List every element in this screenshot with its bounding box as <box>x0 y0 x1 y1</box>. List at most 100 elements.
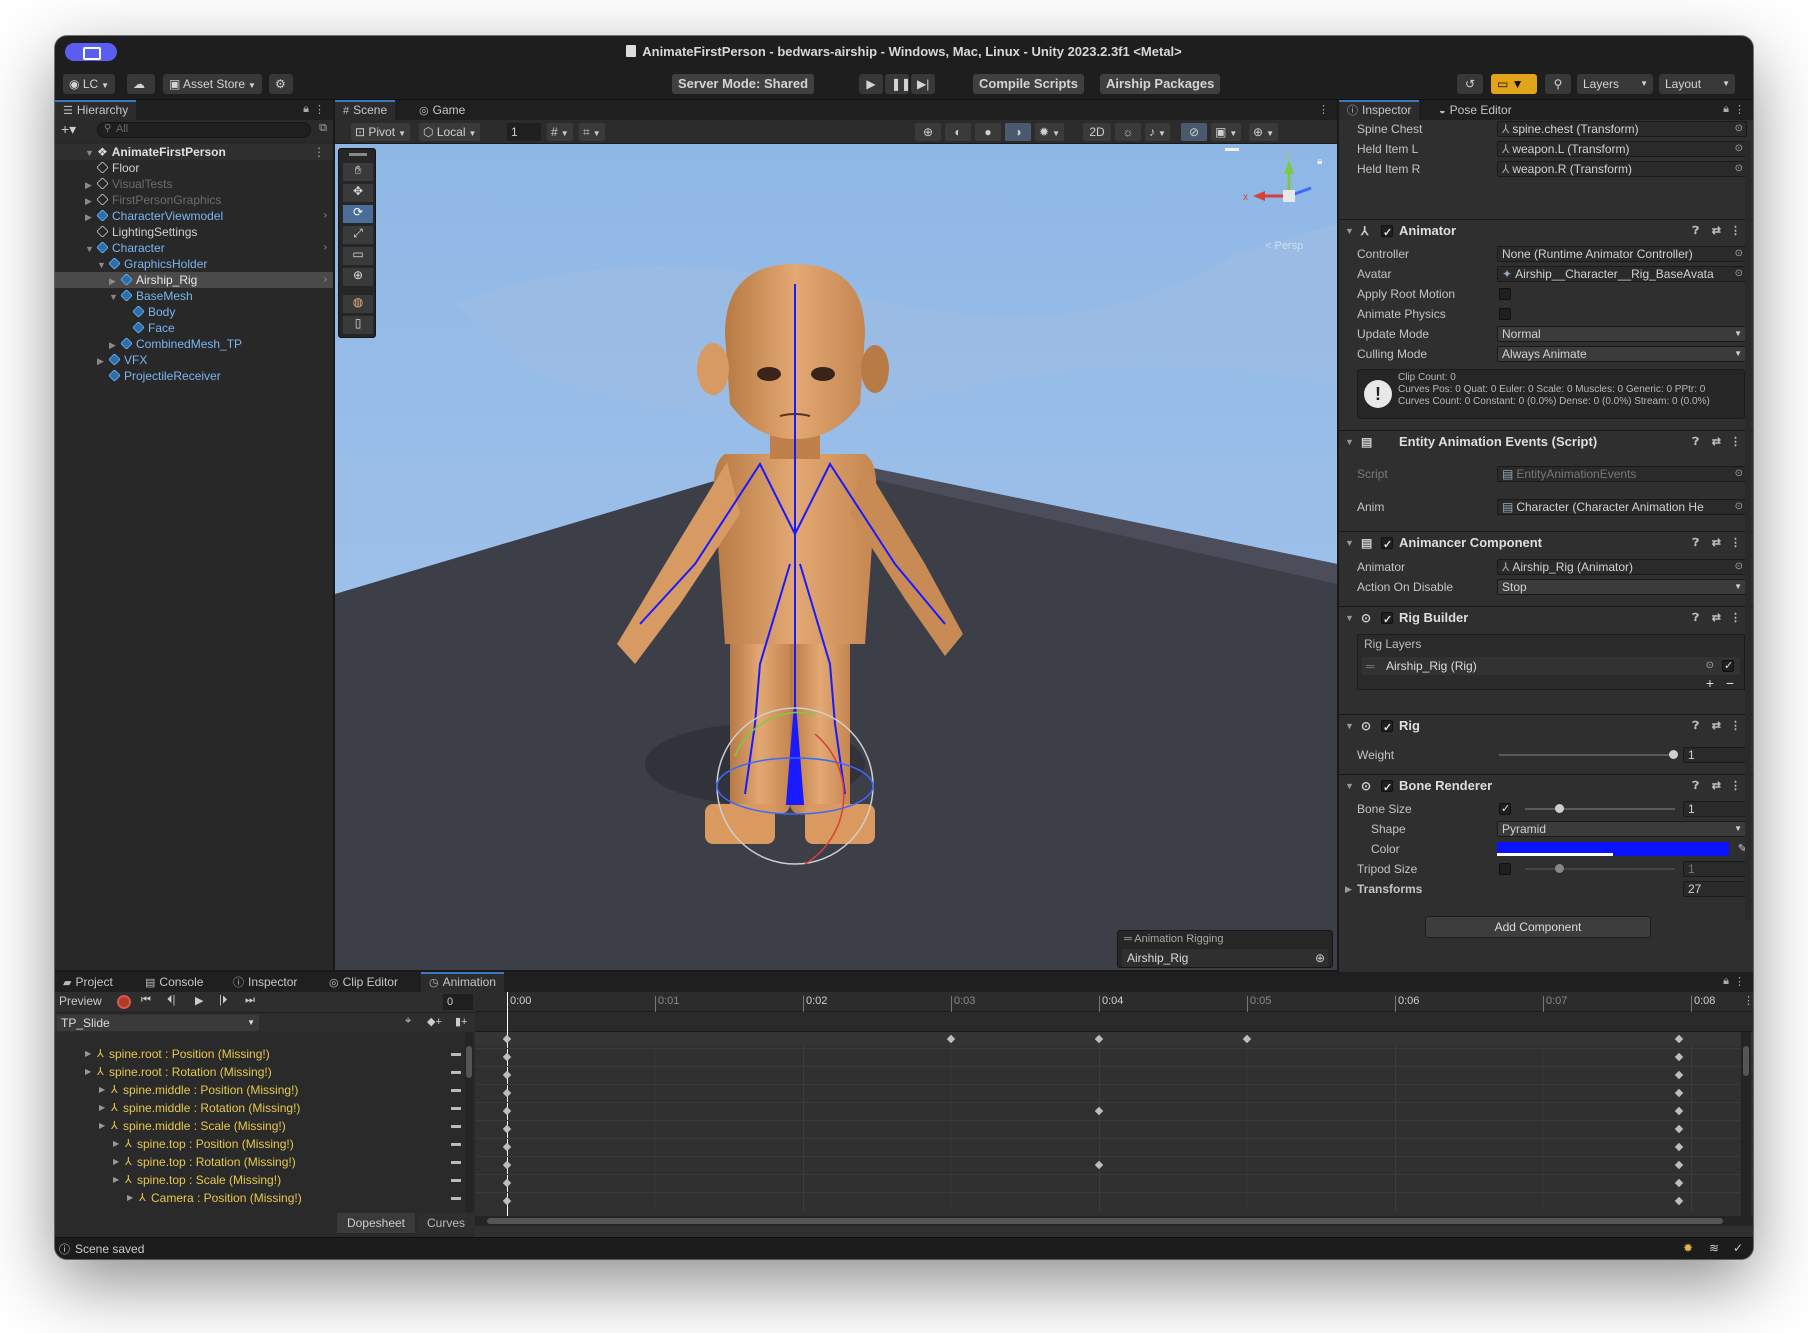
chevron-right-icon[interactable]: ▶ <box>109 273 121 289</box>
transform-tool-icon[interactable]: ⊕ <box>343 268 373 286</box>
keyframe[interactable] <box>1674 1142 1684 1152</box>
shading-solid-button[interactable]: ● <box>975 123 1001 141</box>
scene-render[interactable]: y x <box>335 144 1337 970</box>
property-menu-icon[interactable]: ▬ <box>451 1154 461 1170</box>
bone-size-input[interactable]: 1 <box>1683 801 1747 817</box>
preview-toggle[interactable]: Preview <box>59 994 102 1008</box>
checkbox[interactable] <box>1499 308 1511 320</box>
inspector-scrollbar[interactable] <box>1745 140 1751 920</box>
property-menu-icon[interactable]: ▬ <box>451 1190 461 1206</box>
record-button[interactable] <box>117 995 131 1009</box>
animation-property[interactable]: ▶ ⅄ spine.top : Rotation (Missing!) ▬ <box>55 1154 465 1170</box>
keyframe[interactable] <box>1674 1052 1684 1062</box>
chevron-down-icon[interactable]: ▼ <box>1345 431 1354 453</box>
property-menu-icon[interactable]: ▬ <box>451 1100 461 1116</box>
entity-events-header[interactable]: ▼ ▤ Entity Animation Events (Script) ❓︎ ⇄ ⋮ <box>1339 430 1753 452</box>
animation-property[interactable]: ▶ ⅄ spine.root : Rotation (Missing!) ▬ <box>55 1064 465 1080</box>
chevron-right-icon[interactable]: ▼ <box>97 257 109 273</box>
chevron-right-icon[interactable]: ▶ <box>85 177 97 193</box>
property-field[interactable]: ⅄ spine.chest (Transform) ⊙ <box>1497 121 1747 137</box>
tab-console[interactable]: ▤ Console <box>137 972 211 992</box>
rig-layer-item[interactable]: ═ Airship_Rig (Rig) ⊙ <box>1362 657 1740 675</box>
hierarchy-item[interactable]: LightingSettings <box>55 224 333 240</box>
lock-icon[interactable]: 🔒︎ <box>1317 156 1322 167</box>
keyframe[interactable] <box>1674 1070 1684 1080</box>
chevron-down-icon[interactable]: ▼ <box>1345 532 1354 554</box>
drag-handle-icon[interactable]: ═ <box>1124 933 1134 945</box>
chevron-right-icon[interactable]: ▶ <box>113 1172 119 1188</box>
step-button[interactable]: ▶| <box>911 74 935 94</box>
keyframe[interactable] <box>1674 1124 1684 1134</box>
kebab-menu-icon[interactable]: ⋮ <box>1318 103 1329 116</box>
keyframe[interactable] <box>1094 1160 1104 1170</box>
preset-icon[interactable]: ⇄ <box>1712 431 1721 453</box>
kebab-menu-icon[interactable]: ⋮ <box>314 103 325 116</box>
object-picker-icon[interactable]: ⊙ <box>1735 560 1743 574</box>
check-circle-icon[interactable]: ✓ <box>1733 1241 1743 1255</box>
scale-tool-icon[interactable]: ⤢ <box>343 226 373 244</box>
property-field[interactable]: ⅄ Airship_Rig (Animator) ⊙ <box>1497 559 1747 575</box>
prev-keyframe-icon[interactable]: ⏴| <box>167 994 175 1007</box>
chevron-right-icon[interactable]: ▶ <box>85 209 97 225</box>
keyframe[interactable] <box>502 1160 512 1170</box>
pause-button[interactable]: ❚❚ <box>885 74 911 94</box>
debug-draw-dropdown[interactable]: ✹ ▼ <box>1035 123 1064 141</box>
add-keyframe-icon[interactable]: ◆+ <box>427 1015 442 1028</box>
keyframe[interactable] <box>502 1052 512 1062</box>
play-button[interactable]: ▶ <box>859 74 883 94</box>
property-menu-icon[interactable]: ▬ <box>451 1118 461 1134</box>
property-field[interactable]: None (Runtime Animator Controller) ⊙ <box>1497 246 1747 262</box>
object-picker-icon[interactable]: ⊙ <box>1735 122 1743 136</box>
keyframe[interactable] <box>1674 1196 1684 1206</box>
hierarchy-item[interactable]: ▼ Character › <box>55 240 333 256</box>
lighting-toggle[interactable]: ☼ <box>1115 123 1141 141</box>
property-field[interactable]: ⅄ weapon.R (Transform) ⊙ <box>1497 161 1747 177</box>
account-dropdown[interactable]: ◉ LC ▼ <box>63 74 116 94</box>
shading-textured-button[interactable]: ◑ <box>1005 123 1031 141</box>
property-menu-icon[interactable]: ▬ <box>451 1172 461 1188</box>
property-menu-icon[interactable]: ▬ <box>451 1046 461 1062</box>
property-menu-icon[interactable]: ▬ <box>451 1064 461 1080</box>
hierarchy-item[interactable]: ▶ Airship_Rig › <box>55 272 333 288</box>
kebab-menu-icon[interactable]: ⋮ <box>1730 532 1741 554</box>
property-field[interactable]: ▤ EntityAnimationEvents ⊙ <box>1497 466 1747 482</box>
timeline-menu-icon[interactable]: ⋮ <box>1743 994 1753 1007</box>
tab-bottom-inspector[interactable]: ⓘ Inspector <box>225 972 305 992</box>
bone-renderer-header[interactable]: ▼ ⊙ Bone Renderer ❓︎ ⇄ ⋮ <box>1339 774 1753 799</box>
keyframe[interactable] <box>502 1178 512 1188</box>
animation-property[interactable]: ▶ ⅄ spine.middle : Scale (Missing!) ▬ <box>55 1118 465 1134</box>
property-menu-icon[interactable]: ▬ <box>451 1136 461 1152</box>
property-field[interactable]: Pyramid ▼ <box>1497 821 1747 837</box>
add-layer-icon[interactable]: + <box>1706 675 1714 691</box>
checkbox[interactable] <box>1499 288 1511 300</box>
slider-thumb[interactable] <box>1555 804 1564 813</box>
keyframe[interactable] <box>502 1106 512 1116</box>
kebab-menu-icon[interactable]: ⋮ <box>1730 607 1741 629</box>
enabled-checkbox[interactable] <box>1381 534 1393 556</box>
rig-builder-header[interactable]: ▼ ⊙ Rig Builder ❓︎ ⇄ ⋮ <box>1339 606 1753 631</box>
rig-selector[interactable]: Airship_Rig ⊕ <box>1122 949 1328 967</box>
keyframe[interactable] <box>502 1088 512 1098</box>
chevron-right-icon[interactable]: ▶ <box>109 337 121 353</box>
grid-size-input[interactable]: 1 <box>507 123 541 141</box>
weight-slider[interactable] <box>1499 750 1678 759</box>
clip-dropdown[interactable]: TP_Slide ▼ <box>57 1015 259 1031</box>
bone-size-checkbox[interactable] <box>1499 800 1511 818</box>
timeline-horizontal-scrollbar[interactable] <box>475 1216 1753 1226</box>
hierarchy-item[interactable]: Body <box>55 304 333 320</box>
gizmo-global-button[interactable]: ⊕ <box>915 123 941 141</box>
services-button[interactable]: ⚙ <box>269 74 293 94</box>
enabled-checkbox[interactable] <box>1381 222 1393 244</box>
chevron-down-icon[interactable]: ▼ <box>1345 607 1354 629</box>
preset-icon[interactable]: ⇄ <box>1712 775 1721 797</box>
chevron-right-icon[interactable]: ▶ <box>113 1154 119 1170</box>
drag-handle-icon[interactable] <box>349 153 367 156</box>
property-field[interactable]: Normal ▼ <box>1497 326 1747 342</box>
object-picker-icon[interactable]: ⊙ <box>1735 267 1743 281</box>
dopesheet-timeline[interactable]: 0:00 0:01 0:02 0:03 0:04 0:05 0:06 0:07 0:08 ⋮ <box>475 992 1753 1237</box>
pivot-dropdown[interactable]: ⊡ Pivot ▼ <box>351 123 410 141</box>
animation-property[interactable]: ▶ ⅄ spine.root : Position (Missing!) ▬ <box>55 1046 465 1062</box>
scroll-thumb[interactable] <box>487 1218 1723 1224</box>
preset-icon[interactable]: ⇄ <box>1712 220 1721 242</box>
tab-pose-editor[interactable]: ◒ Pose Editor <box>1431 100 1520 120</box>
